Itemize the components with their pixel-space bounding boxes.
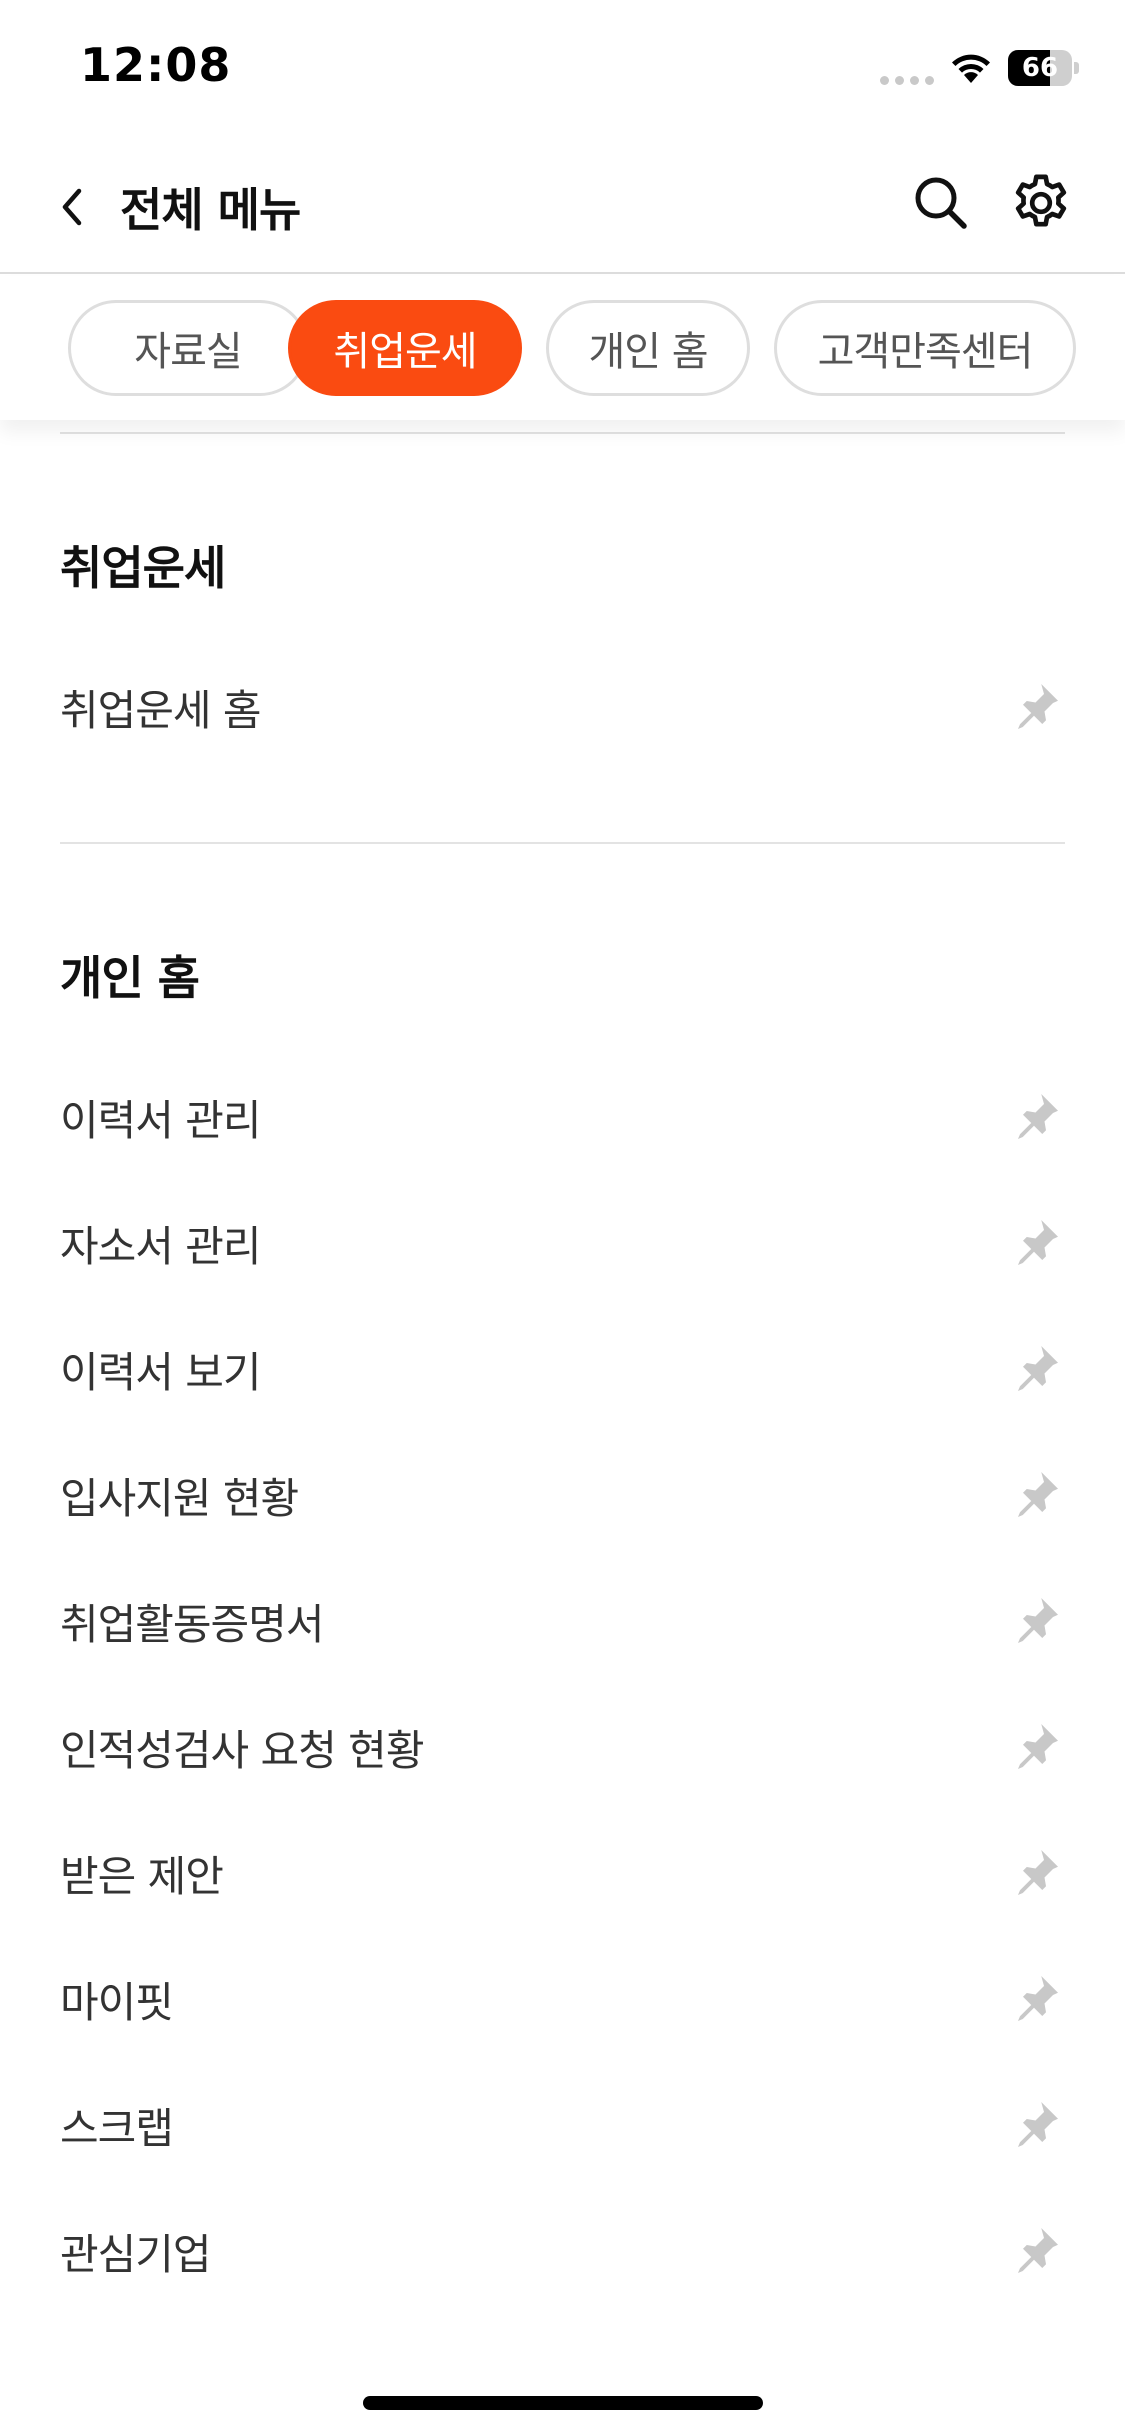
pin-icon[interactable] xyxy=(1005,1843,1065,1903)
wifi-icon xyxy=(952,54,990,83)
menu-item-label: 관심기업 xyxy=(60,2229,212,2279)
pin-icon[interactable] xyxy=(1005,2095,1065,2155)
gear-icon xyxy=(1015,174,1067,227)
category-chip-bar: 자료실 취업운세 개인 홈 고객만족센터 xyxy=(0,276,1125,420)
pin-icon[interactable] xyxy=(1005,1969,1065,2029)
menu-item[interactable]: 스크랩 xyxy=(60,2070,1065,2180)
menu-item[interactable]: 입사지원 현황 xyxy=(60,1440,1065,1550)
menu-item-label: 받은 제안 xyxy=(60,1851,224,1901)
menu-item[interactable]: 인적성검사 요청 현황 xyxy=(60,1692,1065,1802)
menu-item-label: 이력서 관리 xyxy=(60,1095,262,1145)
section-divider xyxy=(60,842,1065,844)
menu-item[interactable]: 취업활동증명서 xyxy=(60,1566,1065,1676)
pin-icon[interactable] xyxy=(1005,1087,1065,1147)
menu-item-label: 자소서 관리 xyxy=(60,1221,262,1271)
pin-icon[interactable] xyxy=(1005,1591,1065,1651)
chip-job-fortune[interactable]: 취업운세 xyxy=(288,300,522,396)
menu-item[interactable]: 받은 제안 xyxy=(60,1818,1065,1928)
chip-label: 자료실 xyxy=(134,329,242,375)
section-title-job-fortune: 취업운세 xyxy=(60,541,226,595)
pin-icon[interactable] xyxy=(1005,1339,1065,1399)
chip-label: 개인 홈 xyxy=(588,329,708,375)
chip-label: 취업운세 xyxy=(333,329,477,375)
pin-icon[interactable] xyxy=(1005,2221,1065,2281)
menu-item-label: 취업운세 홈 xyxy=(60,685,262,735)
search-icon xyxy=(915,177,967,229)
pin-icon[interactable] xyxy=(1005,1717,1065,1777)
menu-item[interactable]: 이력서 보기 xyxy=(60,1314,1065,1424)
page-title: 전체 메뉴 xyxy=(120,183,301,237)
menu-item[interactable]: 취업운세 홈 xyxy=(60,652,1065,762)
menu-item-label: 입사지원 현황 xyxy=(60,1473,299,1523)
menu-item[interactable]: 자소서 관리 xyxy=(60,1188,1065,1298)
chip-archive[interactable]: 자료실 xyxy=(68,300,308,396)
section-divider xyxy=(60,432,1065,434)
chip-customer-center[interactable]: 고객만족센터 xyxy=(774,300,1076,396)
home-indicator xyxy=(363,2396,763,2410)
menu-item[interactable]: 마이핏 xyxy=(60,1944,1065,2054)
menu-item-label: 이력서 보기 xyxy=(60,1347,262,1397)
chip-label: 고객만족센터 xyxy=(817,329,1034,375)
menu-item-label: 스크랩 xyxy=(60,2103,174,2153)
pin-icon[interactable] xyxy=(1005,1465,1065,1525)
status-bar: 12:08 66 xyxy=(0,0,1125,140)
full-menu-screen: 12:08 66 전체 메뉴 자료실 취업운세 개인 홈 고객만족센터 취업운세… xyxy=(0,0,1125,2436)
menu-item-label: 마이핏 xyxy=(60,1977,174,2027)
menu-item-label: 취업활동증명서 xyxy=(60,1599,324,1649)
pin-icon[interactable] xyxy=(1005,677,1065,737)
battery-percent: 66 xyxy=(1021,53,1059,83)
cellular-signal-icon xyxy=(880,76,934,85)
battery-cap xyxy=(1074,62,1079,74)
section-title-personal-home: 개인 홈 xyxy=(60,951,200,1005)
pin-icon[interactable] xyxy=(1005,1213,1065,1273)
search-button[interactable] xyxy=(908,170,974,236)
back-button[interactable] xyxy=(40,170,104,244)
chip-personal-home[interactable]: 개인 홈 xyxy=(546,300,750,396)
chevron-left-icon xyxy=(62,188,82,226)
battery-icon: 66 xyxy=(1008,50,1072,86)
menu-item[interactable]: 관심기업 xyxy=(60,2196,1065,2306)
status-time: 12:08 xyxy=(80,38,232,92)
menu-item[interactable]: 이력서 관리 xyxy=(60,1062,1065,1172)
app-header: 전체 메뉴 xyxy=(0,140,1125,274)
menu-item-label: 인적성검사 요청 현황 xyxy=(60,1725,424,1775)
settings-button[interactable] xyxy=(1008,170,1074,236)
